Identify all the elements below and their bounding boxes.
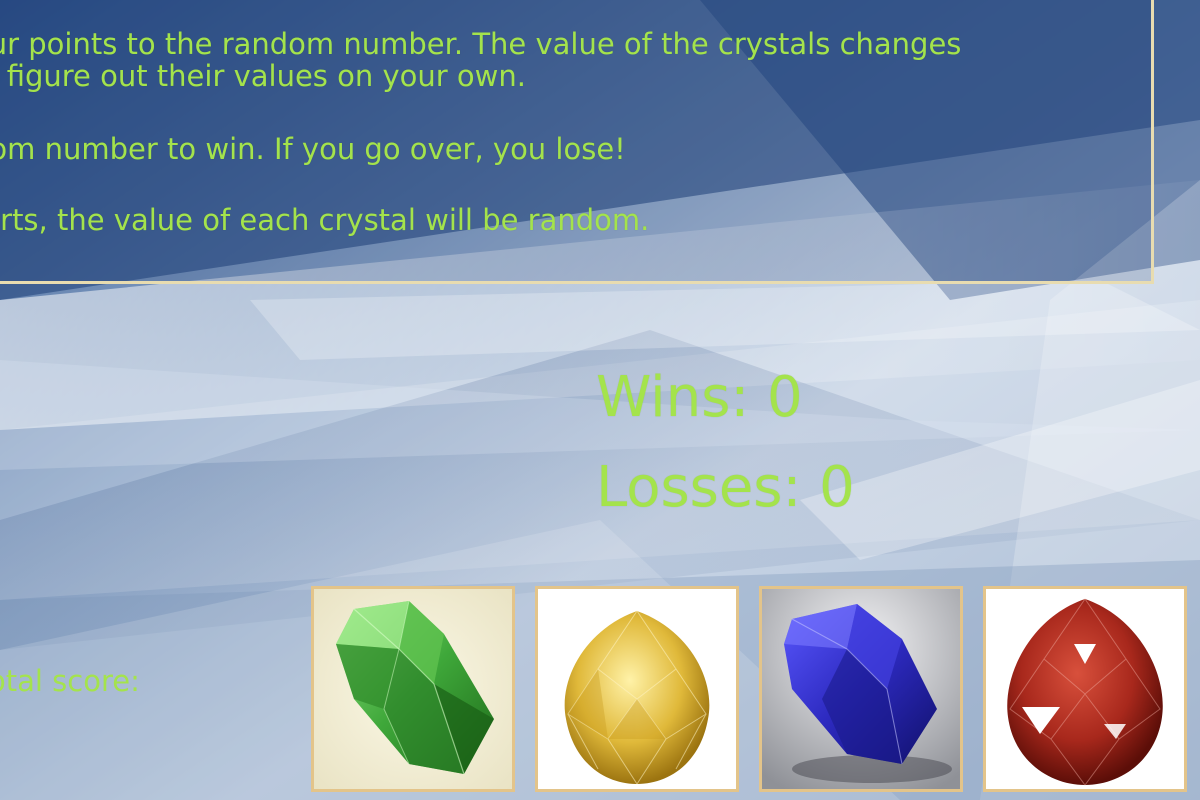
instructions-line-4: tarts, the value of each crystal will be… <box>0 203 650 237</box>
yellow-crystal-icon <box>538 589 736 789</box>
instructions-line-3: dom number to win. If you go over, you l… <box>0 132 626 166</box>
wins-counter: Wins: 0 <box>596 365 803 430</box>
instructions-line-1: our points to the random number. The val… <box>0 27 962 61</box>
total-score-label: otal score: <box>0 664 140 698</box>
red-crystal-button[interactable] <box>983 586 1187 792</box>
yellow-crystal-button[interactable] <box>535 586 739 792</box>
blue-crystal-button[interactable] <box>759 586 963 792</box>
losses-counter: Losses: 0 <box>596 455 855 520</box>
green-crystal-icon <box>314 589 512 789</box>
instructions-line-2: st figure out their values on your own. <box>0 59 526 93</box>
green-crystal-button[interactable] <box>311 586 515 792</box>
blue-crystal-icon <box>762 589 960 789</box>
red-crystal-icon <box>986 589 1184 789</box>
instructions-panel: our points to the random number. The val… <box>0 0 1154 284</box>
